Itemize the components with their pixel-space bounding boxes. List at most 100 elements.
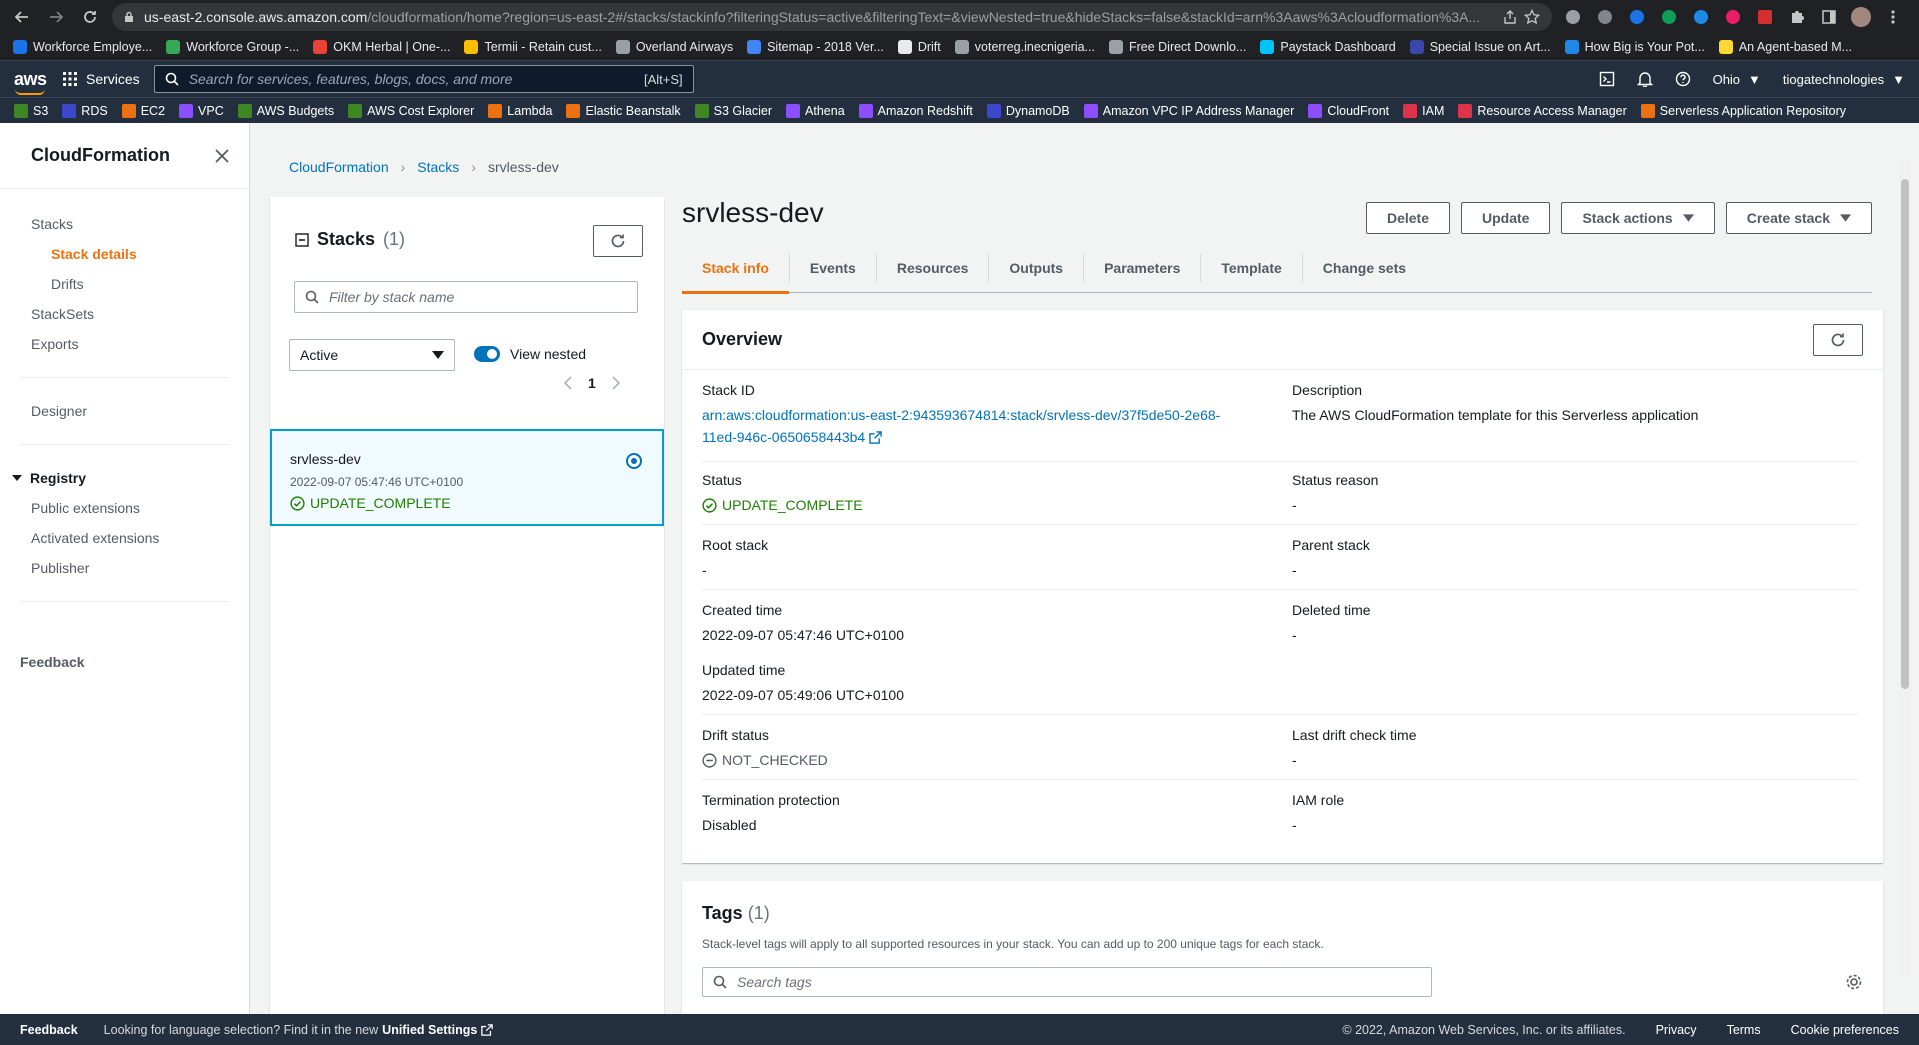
- bookmark-item[interactable]: An Agent-based M...: [1714, 36, 1857, 58]
- delete-button[interactable]: Delete: [1365, 202, 1450, 234]
- update-button[interactable]: Update: [1461, 202, 1551, 234]
- favorite-service-link[interactable]: RDS: [62, 103, 108, 118]
- stack-actions-button[interactable]: Stack actions: [1561, 202, 1715, 234]
- favorite-service-link[interactable]: S3: [14, 103, 48, 118]
- sidebar-item-publisher[interactable]: Publisher: [0, 553, 249, 583]
- bookmark-item[interactable]: Free Direct Downlo...: [1104, 36, 1251, 58]
- chevron-right-icon[interactable]: [612, 376, 620, 390]
- cookie-preferences-link[interactable]: Cookie preferences: [1791, 1023, 1899, 1037]
- bookmark-item[interactable]: Workforce Employe...: [8, 36, 157, 58]
- status-filter-select[interactable]: Active: [289, 339, 455, 371]
- favorite-service-link[interactable]: AWS Budgets: [237, 103, 334, 118]
- tags-search-input[interactable]: Search tags: [702, 967, 1432, 997]
- bookmark-item[interactable]: Overland Airways: [611, 36, 738, 58]
- address-bar[interactable]: us-east-2.console.aws.amazon.com/cloudfo…: [112, 3, 1552, 31]
- create-stack-button[interactable]: Create stack: [1725, 202, 1872, 234]
- sidebar-item-stack-details[interactable]: Stack details: [0, 239, 249, 269]
- refresh-button[interactable]: [593, 225, 643, 257]
- stack-id-link[interactable]: arn:aws:cloudformation:us-east-2:9435936…: [702, 404, 1262, 448]
- extension-icon[interactable]: [1658, 6, 1680, 28]
- view-nested-toggle[interactable]: View nested: [474, 346, 586, 362]
- tab-stack-info[interactable]: Stack info: [682, 253, 790, 294]
- favorite-service-link[interactable]: Serverless Application Repository: [1640, 103, 1846, 118]
- bookmark-item[interactable]: Workforce Group -...: [161, 36, 304, 58]
- gear-icon[interactable]: [1845, 973, 1863, 991]
- help-icon[interactable]: [1675, 71, 1691, 87]
- sidebar-item-exports[interactable]: Exports: [0, 329, 249, 359]
- footer-feedback-link[interactable]: Feedback: [20, 1023, 78, 1037]
- aws-logo[interactable]: aws: [14, 70, 48, 95]
- console-search-input[interactable]: Search for services, features, blogs, do…: [153, 65, 694, 93]
- share-icon[interactable]: [1502, 9, 1518, 25]
- extension-icon[interactable]: [1594, 6, 1616, 28]
- sidebar-section-registry[interactable]: Registry: [0, 463, 249, 493]
- services-menu[interactable]: Services: [62, 71, 140, 87]
- bookmark-item[interactable]: How Big is Your Pot...: [1560, 36, 1710, 58]
- favorite-service-link[interactable]: Athena: [786, 103, 845, 118]
- collapse-icon[interactable]: [295, 232, 309, 247]
- extension-icon[interactable]: [1722, 6, 1744, 28]
- favorite-service-link[interactable]: Amazon VPC IP Address Manager: [1083, 103, 1294, 118]
- extension-icon[interactable]: [1562, 6, 1584, 28]
- sidebar-item-stacksets[interactable]: StackSets: [0, 299, 249, 329]
- region-selector[interactable]: Ohio ▼: [1713, 72, 1761, 87]
- reload-icon[interactable]: [78, 5, 102, 29]
- tab-events[interactable]: Events: [790, 253, 877, 282]
- stack-list-item[interactable]: srvless-dev 2022-09-07 05:47:46 UTC+0100…: [270, 429, 664, 526]
- sidebar-item-stacks[interactable]: Stacks: [0, 209, 249, 239]
- breadcrumb-cloudformation[interactable]: CloudFormation: [289, 159, 389, 175]
- tab-change-sets[interactable]: Change sets: [1303, 254, 1426, 282]
- favorite-service-link[interactable]: AWS Cost Explorer: [348, 103, 474, 118]
- bookmark-item[interactable]: OKM Herbal | One-...: [308, 36, 455, 58]
- account-menu[interactable]: tiogatechnologies ▼: [1783, 72, 1905, 87]
- bookmark-item[interactable]: Sitemap - 2018 Ver...: [742, 36, 889, 58]
- favorite-service-link[interactable]: VPC: [179, 103, 224, 118]
- favorite-service-link[interactable]: S3 Glacier: [694, 103, 772, 118]
- close-icon[interactable]: [215, 148, 229, 163]
- cloudshell-icon[interactable]: [1599, 71, 1615, 87]
- browser-menu-icon[interactable]: [1882, 6, 1904, 28]
- profile-avatar[interactable]: [1850, 6, 1872, 28]
- forward-icon[interactable]: [44, 5, 68, 29]
- sidebar-item-drifts[interactable]: Drifts: [0, 269, 249, 299]
- favorite-service-link[interactable]: IAM: [1403, 103, 1444, 118]
- tab-outputs[interactable]: Outputs: [989, 253, 1085, 282]
- favorite-service-link[interactable]: DynamoDB: [986, 103, 1070, 118]
- extension-icon[interactable]: [1690, 6, 1712, 28]
- extension-icon[interactable]: [1626, 6, 1648, 28]
- sidebar-item-designer[interactable]: Designer: [0, 396, 249, 426]
- sidebar-feedback-link[interactable]: Feedback: [0, 654, 249, 670]
- breadcrumb-stacks[interactable]: Stacks: [417, 159, 459, 175]
- page-number[interactable]: 1: [588, 375, 596, 391]
- unified-settings-link[interactable]: Unified Settings: [382, 1023, 494, 1037]
- terms-link[interactable]: Terms: [1727, 1023, 1761, 1037]
- stack-radio-selected[interactable]: [626, 453, 642, 469]
- bookmark-item[interactable]: voterreg.inecnigeria...: [950, 36, 1100, 58]
- bookmark-star-icon[interactable]: [1524, 9, 1540, 25]
- favorite-service-link[interactable]: Elastic Beanstalk: [566, 103, 681, 118]
- chevron-left-icon[interactable]: [564, 376, 572, 390]
- sidebar-item-activated-extensions[interactable]: Activated extensions: [0, 523, 249, 553]
- tab-template[interactable]: Template: [1201, 253, 1303, 282]
- bookmark-item[interactable]: Termii - Retain cust...: [459, 36, 606, 58]
- favorite-service-link[interactable]: Amazon Redshift: [858, 103, 973, 118]
- page-scrollbar[interactable]: [1899, 159, 1911, 979]
- favorite-service-link[interactable]: CloudFront: [1308, 103, 1389, 118]
- favorite-service-link[interactable]: EC2: [121, 103, 165, 118]
- puzzle-icon[interactable]: [1786, 6, 1808, 28]
- toggle-switch[interactable]: [474, 346, 500, 362]
- extension-icon[interactable]: [1754, 6, 1776, 28]
- back-icon[interactable]: [10, 5, 34, 29]
- tab-resources[interactable]: Resources: [877, 253, 990, 282]
- overview-refresh-button[interactable]: [1813, 323, 1863, 356]
- sidenav-title[interactable]: CloudFormation: [31, 145, 170, 166]
- favorite-service-link[interactable]: Lambda: [488, 103, 552, 118]
- tab-parameters[interactable]: Parameters: [1084, 253, 1202, 282]
- notifications-icon[interactable]: [1636, 71, 1653, 87]
- sidepanel-icon[interactable]: [1818, 6, 1840, 28]
- favorite-service-link[interactable]: Resource Access Manager: [1458, 103, 1627, 118]
- scrollbar-thumb[interactable]: [1901, 179, 1909, 689]
- stack-filter-input[interactable]: Filter by stack name: [294, 281, 638, 313]
- bookmark-item[interactable]: Special Issue on Art...: [1405, 36, 1556, 58]
- bookmark-item[interactable]: Paystack Dashboard: [1255, 36, 1400, 58]
